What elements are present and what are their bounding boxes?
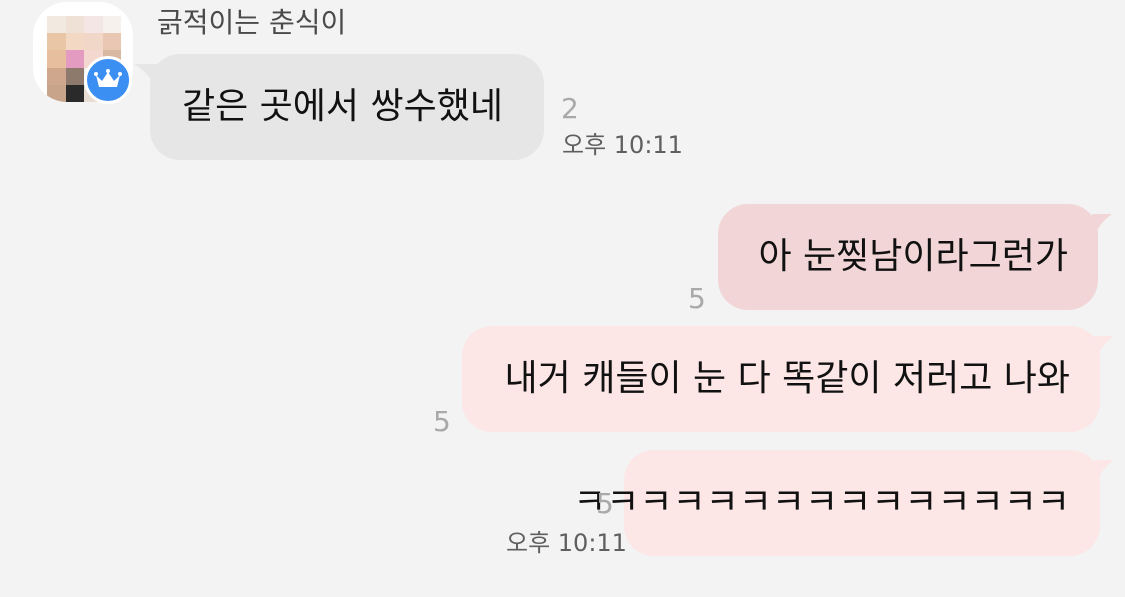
message-text: 같은 곳에서 쌍수했네 — [182, 86, 503, 127]
message-time: 오후 10:11 — [506, 529, 627, 557]
message-text: 내거 캐들이 눈 다 똑같이 저러고 나와 — [504, 358, 1070, 399]
sender-name: 긁적이는 춘식이 — [157, 6, 347, 39]
unread-count: 5 — [433, 405, 451, 438]
incoming-message-bubble[interactable]: 같은 곳에서 쌍수했네 — [150, 54, 544, 160]
message-text: ㅋㅋㅋㅋㅋㅋㅋㅋㅋㅋㅋㅋㅋㅋㅋ — [573, 482, 1070, 523]
unread-count: 5 — [688, 282, 706, 315]
unread-count: 5 — [596, 487, 614, 520]
outgoing-message-bubble[interactable]: 아 눈찢남이라그런가 — [718, 204, 1098, 310]
outgoing-bubble-tail — [1094, 336, 1114, 362]
crown-badge-icon — [84, 56, 132, 104]
outgoing-message-bubble[interactable]: ㅋㅋㅋㅋㅋㅋㅋㅋㅋㅋㅋㅋㅋㅋㅋ — [573, 450, 1100, 556]
outgoing-bubble-tail — [1094, 460, 1114, 486]
unread-count: 2 — [561, 92, 579, 125]
outgoing-message-bubble[interactable]: 내거 캐들이 눈 다 똑같이 저러고 나와 — [462, 326, 1100, 432]
message-time: 오후 10:11 — [562, 131, 683, 159]
message-text: 아 눈찢남이라그런가 — [758, 236, 1068, 277]
outgoing-bubble-tail — [1092, 214, 1112, 240]
crown-icon — [94, 69, 122, 87]
